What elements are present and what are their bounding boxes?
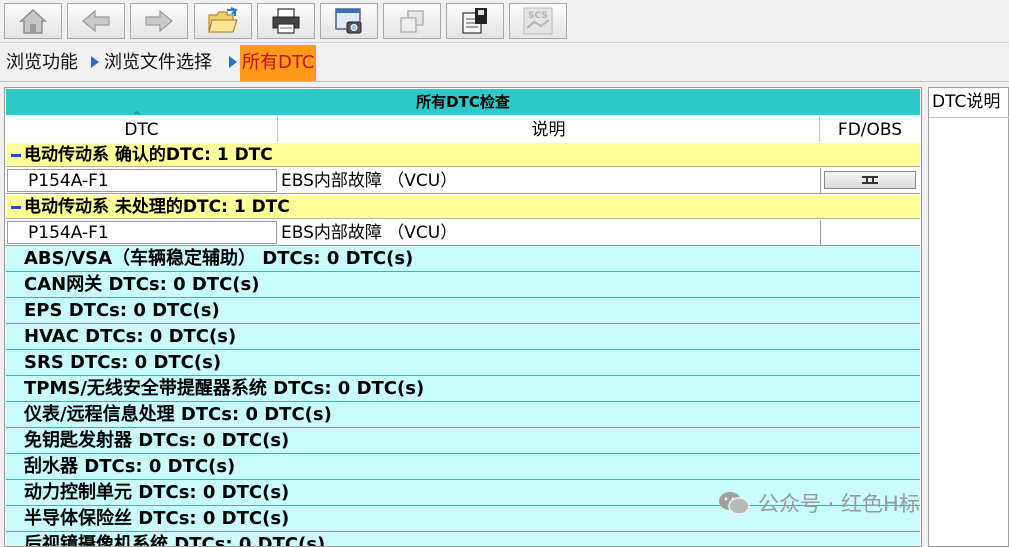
screenshot-button[interactable] [320,3,378,39]
dtc-code: P154A-F1 [7,169,277,192]
breadcrumb-item-file-select[interactable]: 浏览文件选择 [104,51,212,75]
system-row-rear-camera[interactable]: 后视镜摄像机系统 DTCs: 0 DTC(s) [6,532,920,547]
print-button[interactable] [257,3,315,39]
window-icon [400,10,424,33]
system-row-tpms[interactable]: TPMS/无线安全带提醒器系统 DTCs: 0 DTC(s) [6,376,920,402]
dtc-table-panel: 所有DTC检查 DTC ^ 说明 FD/OBS 电动传动系 确认的DTC: 1 … [4,87,922,547]
back-button[interactable] [67,3,125,39]
dtc-description: EBS内部故障 （VCU） [279,168,821,193]
system-label: 后视镜摄像机系统 DTCs: 0 DTC(s) [24,534,326,547]
system-label: SRS DTCs: 0 DTC(s) [24,352,222,373]
system-label: 动力控制单元 DTCs: 0 DTC(s) [24,482,290,503]
breadcrumb-item-browse-function[interactable]: 浏览功能 [6,51,78,75]
system-row-keyless-transmitter[interactable]: 免钥匙发射器 DTCs: 0 DTC(s) [6,428,920,454]
forward-icon [145,9,173,33]
wechat-icon [719,492,750,515]
scs-button[interactable]: SCS [509,3,567,39]
group-label: 电动传动系 确认的DTC: 1 DTC [24,145,273,165]
breadcrumb-arrow-icon [229,56,237,68]
print-icon [272,8,300,34]
group-row-confirmed[interactable]: 电动传动系 确认的DTC: 1 DTC [6,143,920,167]
collapse-minus-icon[interactable] [11,154,21,157]
sort-caret-icon: ^ [133,111,141,121]
system-label: 半导体保险丝 DTCs: 0 DTC(s) [24,508,290,529]
toolbar: SCS [0,0,1009,42]
watermark-text: 公众号 · 红色H标 [758,492,920,516]
column-header-dtc[interactable]: DTC [6,116,278,142]
svg-text:SCS: SCS [528,11,548,21]
home-button[interactable] [4,3,62,39]
collapse-minus-icon[interactable] [11,206,21,209]
table-row[interactable]: P154A-F1 EBS内部故障 （VCU） [6,220,920,246]
breadcrumb: 浏览功能 浏览文件选择 所有DTC [0,42,1009,82]
dtc-description: EBS内部故障 （VCU） [279,220,821,245]
description-panel-title: DTC说明 [932,92,1001,112]
freeze-frame-button[interactable] [824,171,916,189]
group-label: 电动传动系 未处理的DTC: 1 DTC [24,197,290,217]
dtc-code: P154A-F1 [7,221,277,244]
breadcrumb-item-current: 所有DTC [240,45,317,81]
system-row-can-gateway[interactable]: CAN网关 DTCs: 0 DTC(s) [6,272,920,298]
system-label: 仪表/远程信息处理 DTCs: 0 DTC(s) [24,404,332,425]
freeze-frame-icon [862,176,878,184]
system-row-srs[interactable]: SRS DTCs: 0 DTC(s) [6,350,920,376]
system-label: ABS/VSA（车辆稳定辅助） DTCs: 0 DTC(s) [24,248,414,269]
column-header-fd-obs[interactable]: FD/OBS [820,116,920,142]
system-label: HVAC DTCs: 0 DTC(s) [24,326,237,347]
system-row-abs-vsa[interactable]: ABS/VSA（车辆稳定辅助） DTCs: 0 DTC(s) [6,246,920,272]
table-title: 所有DTC检查 [6,89,920,115]
open-folder-icon [208,7,238,33]
system-row-hvac[interactable]: HVAC DTCs: 0 DTC(s) [6,324,920,350]
group-row-pending[interactable]: 电动传动系 未处理的DTC: 1 DTC [6,195,920,219]
table-row[interactable]: P154A-F1 EBS内部故障 （VCU） [6,168,920,194]
column-header-description[interactable]: 说明 [278,116,820,142]
save-data-button[interactable] [446,3,504,39]
system-label: 刮水器 DTCs: 0 DTC(s) [24,456,236,477]
system-row-eps[interactable]: EPS DTCs: 0 DTC(s) [6,298,920,324]
system-label: EPS DTCs: 0 DTC(s) [24,300,220,321]
open-file-button[interactable] [194,3,252,39]
divider [929,117,1009,118]
forward-button[interactable] [130,3,188,39]
home-icon [19,8,47,34]
system-row-meter-telematics[interactable]: 仪表/远程信息处理 DTCs: 0 DTC(s) [6,402,920,428]
screenshot-icon [335,8,362,34]
system-row-wiper[interactable]: 刮水器 DTCs: 0 DTC(s) [6,454,920,480]
system-label: CAN网关 DTCs: 0 DTC(s) [24,274,260,295]
system-label: TPMS/无线安全带提醒器系统 DTCs: 0 DTC(s) [24,378,425,399]
window-button[interactable] [383,3,441,39]
save-data-icon [462,8,487,34]
watermark: 公众号 · 红色H标 [718,486,920,520]
back-icon [82,9,110,33]
dtc-description-panel: DTC说明 [928,87,1009,547]
breadcrumb-arrow-icon [91,56,99,68]
scs-icon: SCS [523,7,553,35]
system-label: 免钥匙发射器 DTCs: 0 DTC(s) [24,430,290,451]
